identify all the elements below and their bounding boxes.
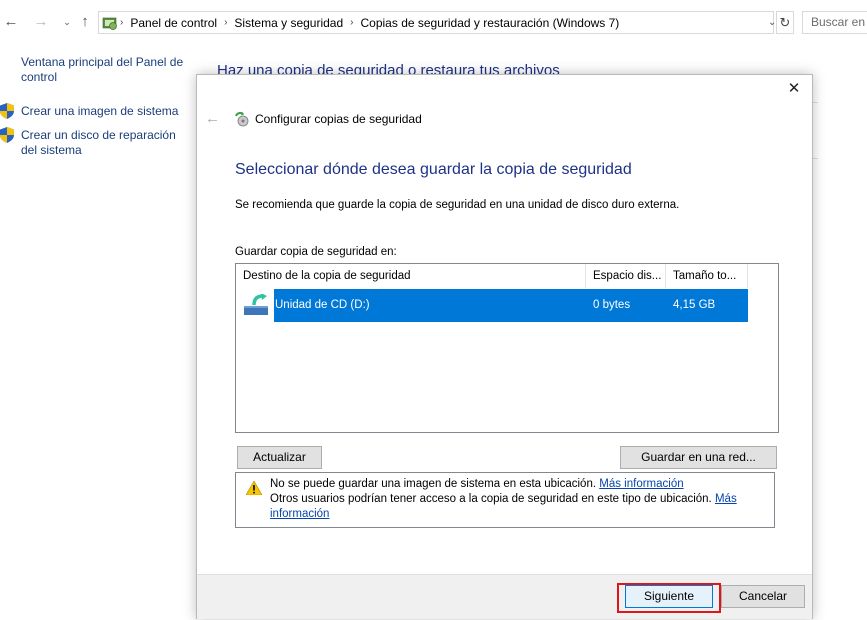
- setup-backup-dialog: ✕ ← Configurar copias de seguridad Selec…: [196, 74, 813, 619]
- search-input[interactable]: Buscar en e: [802, 11, 867, 34]
- recent-locations-chevron-icon[interactable]: ⌄: [58, 13, 76, 31]
- list-header: Destino de la copia de seguridad Espacio…: [236, 264, 778, 288]
- save-location-label: Guardar copia de seguridad en:: [235, 246, 397, 258]
- left-nav-control-panel-home[interactable]: Ventana principal del Panel de control: [21, 55, 191, 85]
- save-on-network-button[interactable]: Guardar en una red...: [620, 446, 777, 469]
- up-arrow-icon[interactable]: ↑: [76, 13, 94, 31]
- more-info-link-2-continued[interactable]: información: [270, 508, 329, 520]
- close-icon[interactable]: ✕: [784, 79, 804, 99]
- refresh-icon[interactable]: ↻: [776, 11, 794, 34]
- total-size-cell: 4,15 GB: [673, 299, 716, 311]
- dialog-footer: Siguiente Cancelar: [197, 574, 812, 619]
- column-header-total-size[interactable]: Tamaño to...: [666, 264, 748, 288]
- address-dropdown-icon[interactable]: ⌄: [768, 11, 776, 34]
- back-arrow-icon[interactable]: ←: [2, 13, 20, 31]
- shield-icon: [0, 127, 14, 143]
- column-header-free-space[interactable]: Espacio dis...: [586, 264, 666, 288]
- left-nav-create-system-image[interactable]: Crear una imagen de sistema: [21, 104, 191, 119]
- dialog-title: Configurar copias de seguridad: [255, 112, 422, 126]
- list-item[interactable]: Unidad de CD (D:) 0 bytes 4,15 GB: [236, 289, 748, 322]
- warning-box: No se puede guardar una imagen de sistem…: [235, 472, 775, 528]
- free-space-cell: 0 bytes: [593, 299, 631, 311]
- column-header-destination[interactable]: Destino de la copia de seguridad: [236, 264, 586, 288]
- breadcrumb-item-control-panel[interactable]: Panel de control: [126, 16, 221, 30]
- forward-arrow-icon[interactable]: →: [32, 13, 50, 31]
- warning-line-2: Otros usuarios podrían tener acceso a la…: [270, 493, 712, 505]
- backup-icon: [235, 111, 249, 127]
- next-button[interactable]: Siguiente: [625, 585, 713, 608]
- breadcrumb-separator-icon: ›: [120, 17, 124, 28]
- more-info-link[interactable]: Más información: [599, 478, 683, 490]
- warning-text: No se puede guardar una imagen de sistem…: [270, 477, 770, 522]
- breadcrumb-separator-icon: ›: [224, 17, 228, 28]
- main-instruction: Seleccionar dónde desea guardar la copia…: [235, 161, 632, 178]
- control-panel-icon: [102, 17, 117, 30]
- warning-line-1: No se puede guardar una imagen de sistem…: [270, 478, 597, 490]
- address-bar-area: ← → ⌄ ↑ › Panel de control › Sistema y s…: [0, 0, 867, 44]
- shield-icon: [0, 103, 14, 119]
- breadcrumb-separator-icon: ›: [350, 17, 354, 28]
- page-heading: Haz una copia de seguridad o restaura tu…: [217, 62, 560, 74]
- breadcrumb-item-system-security[interactable]: Sistema y seguridad: [230, 16, 347, 30]
- left-nav-create-repair-disc[interactable]: Crear un disco de reparación del sistema: [21, 128, 186, 158]
- backup-destination-list[interactable]: Destino de la copia de seguridad Espacio…: [235, 263, 779, 433]
- warning-icon: [246, 481, 262, 495]
- more-info-link-2[interactable]: Más: [715, 493, 737, 505]
- recommendation-text: Se recomienda que guarde la copia de seg…: [235, 199, 680, 211]
- destination-cell: Unidad de CD (D:): [275, 299, 370, 311]
- breadcrumb-item-backup-restore[interactable]: Copias de seguridad y restauración (Wind…: [357, 16, 624, 30]
- breadcrumb: › Panel de control › Sistema y seguridad…: [117, 12, 623, 33]
- cancel-button[interactable]: Cancelar: [721, 585, 805, 608]
- back-arrow-icon[interactable]: ←: [205, 110, 220, 127]
- address-field[interactable]: › Panel de control › Sistema y seguridad…: [98, 11, 774, 34]
- refresh-button[interactable]: Actualizar: [237, 446, 322, 469]
- cd-drive-icon: [244, 294, 268, 315]
